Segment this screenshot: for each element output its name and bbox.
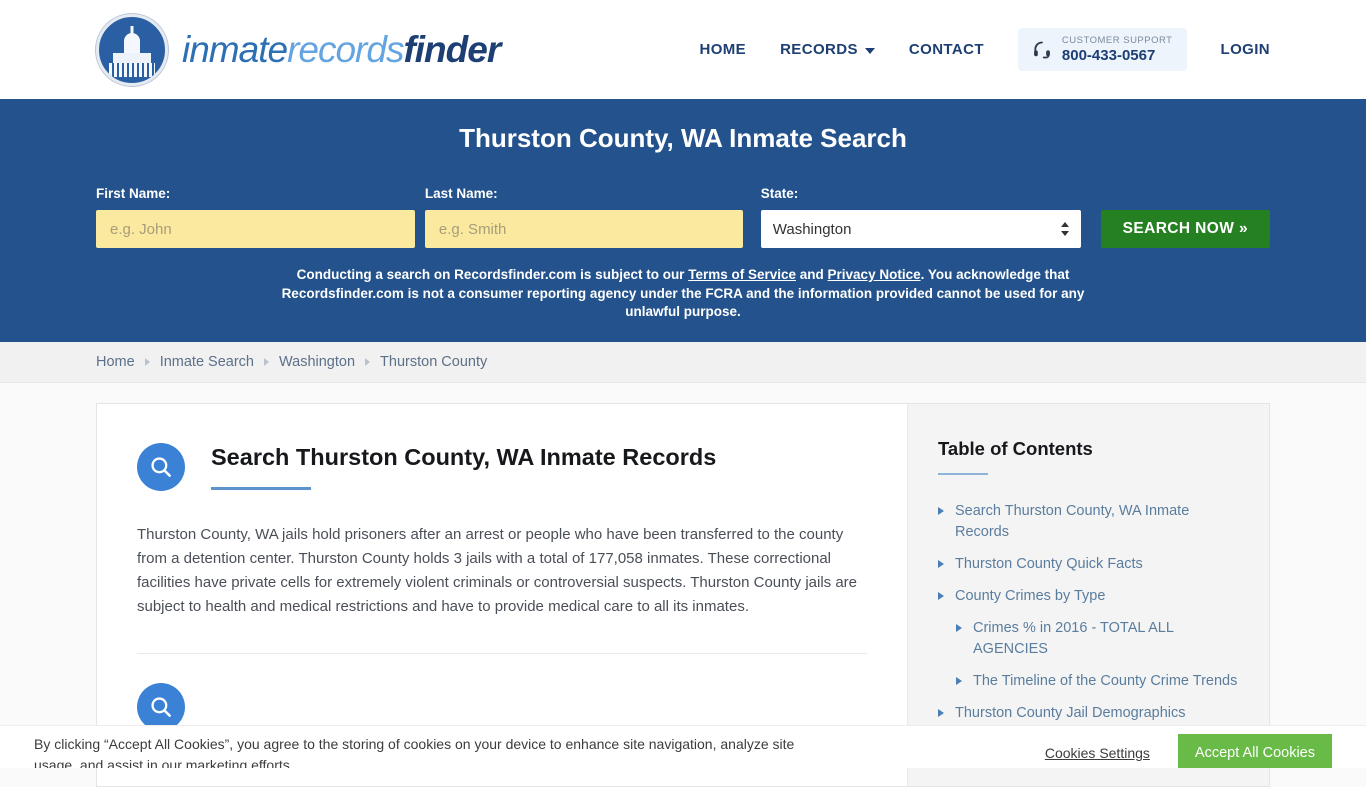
customer-support-badge[interactable]: CUSTOMER SUPPORT 800-433-0567 <box>1017 28 1187 71</box>
chevron-right-icon <box>956 623 962 632</box>
toc-item-crime-trends-timeline[interactable]: The Timeline of the County Crime Trends <box>956 671 1239 692</box>
last-name-input[interactable] <box>424 210 743 248</box>
terms-of-service-link[interactable]: Terms of Service <box>688 267 796 282</box>
toc-item-label: Thurston County Jail Demographics <box>955 704 1186 721</box>
toc-item-search-records[interactable]: Search Thurston County, WA Inmate Record… <box>938 501 1239 543</box>
state-select[interactable] <box>760 210 1081 248</box>
logo-text-part2: records <box>287 28 404 70</box>
chevron-right-icon <box>938 559 944 568</box>
logo-wordmark: inmaterecordsfinder <box>182 28 501 71</box>
state-label: State: <box>760 186 799 201</box>
chevron-right-icon <box>938 506 944 515</box>
nav-item-records-label: RECORDS <box>780 41 858 58</box>
section-paragraph: Thurston County, WA jails hold prisoners… <box>137 525 858 615</box>
hero-search-section: Thurston County, WA Inmate Search First … <box>0 99 1366 342</box>
disclaimer-part1: Conducting a search on Recordsfinder.com… <box>296 267 689 282</box>
search-disclaimer: Conducting a search on Recordsfinder.com… <box>253 266 1113 322</box>
toc-item-jail-demographics[interactable]: Thurston County Jail Demographics <box>938 703 1239 724</box>
section-header: Search Thurston County, WA Inmate Record… <box>137 440 867 491</box>
chevron-right-icon <box>264 357 269 366</box>
disclaimer-part2: and <box>796 267 828 282</box>
breadcrumb-item-home[interactable]: Home <box>96 354 135 370</box>
site-logo[interactable]: inmaterecordsfinder <box>96 13 501 86</box>
toc-item-county-crimes-by-type[interactable]: County Crimes by Type <box>938 586 1239 607</box>
chevron-right-icon <box>144 357 150 366</box>
chevron-right-icon <box>938 708 944 717</box>
first-name-label: First Name: <box>96 186 171 201</box>
breadcrumb-item-washington[interactable]: Washington <box>279 354 355 370</box>
support-phone-number: 800-433-0567 <box>1061 47 1156 64</box>
nav-item-home[interactable]: HOME <box>699 41 746 58</box>
toc-item-label: Thurston County Quick Facts <box>955 555 1143 572</box>
site-header: inmaterecordsfinder HOME RECORDS CONTACT… <box>0 0 1366 99</box>
first-name-input[interactable] <box>96 210 415 248</box>
state-field-group: State: <box>760 186 1081 248</box>
headset-icon <box>1033 41 1050 58</box>
breadcrumb-item-current: Thurston County <box>380 353 488 370</box>
nav-item-login[interactable]: LOGIN <box>1221 41 1271 58</box>
last-name-field-group: Last Name: <box>424 186 743 248</box>
cookie-banner-text: By clicking “Accept All Cookies”, you ag… <box>34 736 795 768</box>
toc-item-quick-facts[interactable]: Thurston County Quick Facts <box>938 554 1239 575</box>
cookie-consent-banner: By clicking “Accept All Cookies”, you ag… <box>0 725 1366 768</box>
toc-item-label: County Crimes by Type <box>955 587 1106 604</box>
title-accent-bar <box>211 486 311 490</box>
search-circle-icon <box>137 442 185 491</box>
toc-item-label: Search Thurston County, WA Inmate Record… <box>955 502 1190 540</box>
next-section-header <box>137 654 867 731</box>
cookies-settings-link[interactable]: Cookies Settings <box>1045 745 1150 761</box>
nav-item-contact-label: CONTACT <box>908 41 984 58</box>
chevron-right-icon <box>365 357 371 366</box>
toc-item-crimes-2016[interactable]: Crimes % in 2016 - TOTAL ALL AGENCIES <box>956 618 1239 660</box>
chevron-down-icon <box>864 47 875 54</box>
accept-all-cookies-button[interactable]: Accept All Cookies <box>1177 734 1332 768</box>
cookie-banner-actions: Cookies Settings Accept All Cookies <box>1045 726 1332 768</box>
breadcrumb-item-inmate-search[interactable]: Inmate Search <box>160 354 254 370</box>
nav-item-contact[interactable]: CONTACT <box>909 41 984 58</box>
nav-item-home-label: HOME <box>699 41 747 58</box>
chevron-right-icon <box>956 676 962 685</box>
toc-item-label: The Timeline of the County Crime Trends <box>973 672 1238 689</box>
last-name-label: Last Name: <box>424 186 498 201</box>
capitol-dome-icon <box>96 13 168 86</box>
toc-title: Table of Contents <box>938 437 1093 459</box>
inmate-search-form: First Name: Last Name: State: SEARCH NOW… <box>96 186 1270 248</box>
next-section-circle-icon <box>137 682 185 731</box>
privacy-notice-link[interactable]: Privacy Notice <box>828 267 921 282</box>
support-label: CUSTOMER SUPPORT <box>1061 35 1173 46</box>
breadcrumb: Home Inmate Search Washington Thurston C… <box>0 341 1366 383</box>
logo-text-part3: finder <box>403 28 501 70</box>
chevron-right-icon <box>938 591 944 600</box>
toc-item-label: Crimes % in 2016 - TOTAL ALL AGENCIES <box>973 619 1174 657</box>
toc-accent-bar <box>938 472 988 475</box>
first-name-field-group: First Name: <box>96 186 415 248</box>
logo-text-part1: inmate <box>182 28 288 70</box>
main-navigation: HOME RECORDS CONTACT CUSTOMER SUPPORT 80… <box>699 28 1270 71</box>
nav-item-login-label: LOGIN <box>1220 41 1270 58</box>
search-now-button[interactable]: SEARCH NOW » <box>1100 210 1270 248</box>
section-title: Search Thurston County, WA Inmate Record… <box>211 443 717 470</box>
page-title: Thurston County, WA Inmate Search <box>459 123 907 153</box>
nav-item-records[interactable]: RECORDS <box>780 41 875 58</box>
